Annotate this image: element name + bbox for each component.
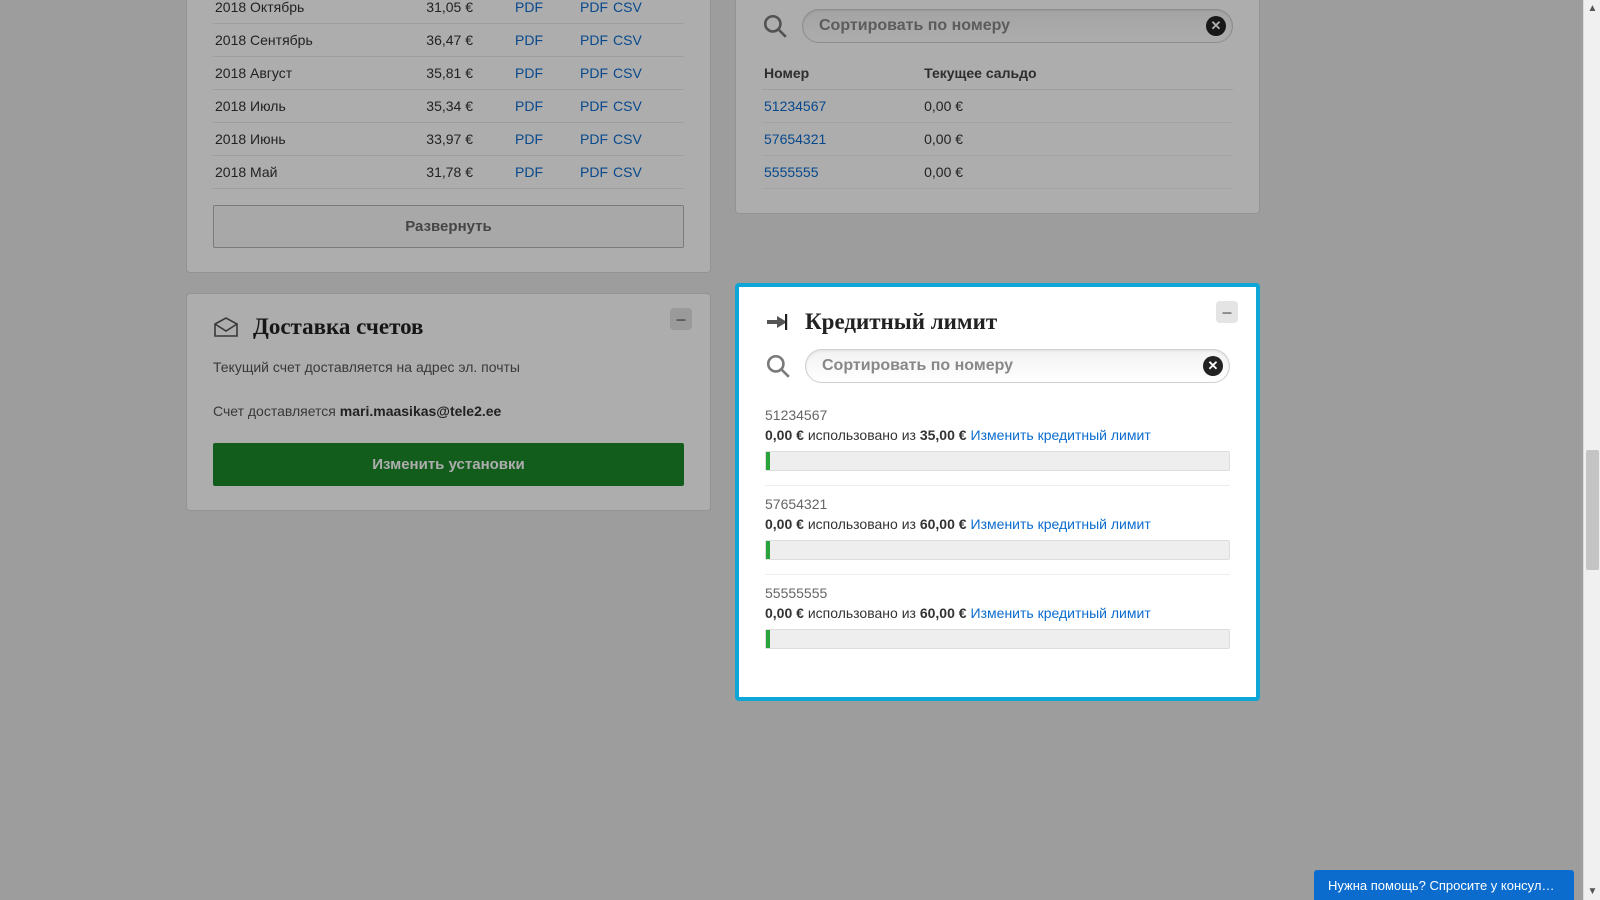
balance-number-link[interactable]: 5555555 xyxy=(764,164,819,180)
invoice-detail-csv-link[interactable]: CSV xyxy=(613,164,642,180)
invoice-period: 2018 Август xyxy=(213,57,418,90)
invoice-detail-pdf-link[interactable]: PDF xyxy=(580,164,608,180)
invoice-pdf-link[interactable]: PDF xyxy=(515,0,543,15)
balance-th-balance: Текущее сальдо xyxy=(922,57,1233,90)
table-row: 5555555 0,00 € xyxy=(762,156,1233,189)
invoice-amount: 31,78 € xyxy=(418,156,513,189)
balance-value: 0,00 € xyxy=(922,156,1233,189)
invoice-amount: 35,81 € xyxy=(418,57,513,90)
balance-number-link[interactable]: 51234567 xyxy=(764,98,826,114)
invoice-amount: 36,47 € xyxy=(418,24,513,57)
invoices-table: 2018 Октябрь31,05 €PDFPDFCSV2018 Сентябр… xyxy=(213,0,684,189)
invoice-pdf-link[interactable]: PDF xyxy=(515,65,543,81)
invoice-period: 2018 Июль xyxy=(213,90,418,123)
credit-number: 51234567 xyxy=(765,407,1230,423)
invoice-detail-csv-link[interactable]: CSV xyxy=(613,131,642,147)
invoice-period: 2018 Октябрь xyxy=(213,0,418,24)
table-row: 2018 Август35,81 €PDFPDFCSV xyxy=(213,57,684,90)
table-row: 2018 Май31,78 €PDFPDFCSV xyxy=(213,156,684,189)
credit-usage: 0,00 € использовано из 35,00 €Изменить к… xyxy=(765,427,1230,443)
invoice-period: 2018 Июнь xyxy=(213,123,418,156)
invoice-pdf-link[interactable]: PDF xyxy=(515,164,543,180)
invoice-pdf-link[interactable]: PDF xyxy=(515,98,543,114)
scroll-thumb[interactable] xyxy=(1586,450,1599,570)
balance-number-link[interactable]: 57654321 xyxy=(764,131,826,147)
chat-tab[interactable]: Нужна помощь? Спросите у консул… xyxy=(1314,870,1574,900)
table-row: 2018 Июль35,34 €PDFPDFCSV xyxy=(213,90,684,123)
invoice-detail-csv-link[interactable]: CSV xyxy=(613,65,642,81)
balance-card: ✕ Номер Текущее сальдо 512345670,00 €576… xyxy=(735,0,1260,214)
change-credit-link[interactable]: Изменить кредитный лимит xyxy=(971,605,1151,621)
balance-value: 0,00 € xyxy=(922,123,1233,156)
invoice-detail-csv-link[interactable]: CSV xyxy=(613,32,642,48)
credit-item: 57654321 0,00 € использовано из 60,00 €Из… xyxy=(765,486,1230,575)
invoice-amount: 33,97 € xyxy=(418,123,513,156)
invoice-detail-pdf-link[interactable]: PDF xyxy=(580,65,608,81)
search-icon xyxy=(762,13,788,39)
balance-table: Номер Текущее сальдо 512345670,00 €57654… xyxy=(762,57,1233,189)
mail-icon xyxy=(213,316,241,338)
minimize-icon[interactable]: – xyxy=(670,308,692,330)
invoice-pdf-link[interactable]: PDF xyxy=(515,131,543,147)
credit-search-input[interactable] xyxy=(822,357,1203,375)
credit-bar xyxy=(765,451,1230,471)
delivery-card: – Доставка счетов Текущий счет доставляе… xyxy=(186,293,711,511)
balance-search[interactable]: ✕ xyxy=(802,9,1233,43)
credit-search[interactable]: ✕ xyxy=(805,349,1230,383)
table-row: 57654321 0,00 € xyxy=(762,123,1233,156)
invoice-detail-csv-link[interactable]: CSV xyxy=(613,98,642,114)
invoice-pdf-link[interactable]: PDF xyxy=(515,32,543,48)
balance-search-input[interactable] xyxy=(819,17,1206,35)
change-credit-link[interactable]: Изменить кредитный лимит xyxy=(971,427,1151,443)
invoice-period: 2018 Май xyxy=(213,156,418,189)
delivery-line2: Счет доставляется mari.maasikas@tele2.ee xyxy=(213,400,684,422)
clear-icon[interactable]: ✕ xyxy=(1203,356,1223,376)
table-row: 2018 Июнь33,97 €PDFPDFCSV xyxy=(213,123,684,156)
credit-usage: 0,00 € использовано из 60,00 €Изменить к… xyxy=(765,605,1230,621)
scroll-down-icon[interactable]: ▼ xyxy=(1584,883,1600,900)
balance-th-number: Номер xyxy=(762,57,922,90)
credit-bar xyxy=(765,629,1230,649)
invoice-detail-csv-link[interactable]: CSV xyxy=(613,0,642,15)
credit-number: 55555555 xyxy=(765,585,1230,601)
invoice-amount: 35,34 € xyxy=(418,90,513,123)
invoice-detail-pdf-link[interactable]: PDF xyxy=(580,131,608,147)
minimize-icon[interactable]: – xyxy=(1216,301,1238,323)
credit-item: 51234567 0,00 € использовано из 35,00 €Из… xyxy=(765,397,1230,486)
credit-limit-card: – Кредитный лимит ✕ 512345670,00 € испол xyxy=(735,283,1260,701)
scroll-up-icon[interactable]: ▲ xyxy=(1584,0,1600,17)
balance-value: 0,00 € xyxy=(922,90,1233,123)
invoice-period: 2018 Сентябрь xyxy=(213,24,418,57)
expand-button[interactable]: Развернуть xyxy=(213,205,684,248)
table-row: 2018 Сентябрь36,47 €PDFPDFCSV xyxy=(213,24,684,57)
credit-number: 57654321 xyxy=(765,496,1230,512)
delivery-line1: Текущий счет доставляется на адрес эл. п… xyxy=(213,356,684,378)
credit-item: 55555555 0,00 € использовано из 60,00 €Из… xyxy=(765,575,1230,663)
change-settings-button[interactable]: Изменить установки xyxy=(213,443,684,486)
scrollbar[interactable]: ▲ ▼ xyxy=(1583,0,1600,900)
table-row: 2018 Октябрь31,05 €PDFPDFCSV xyxy=(213,0,684,24)
limit-icon xyxy=(765,312,793,332)
table-row: 51234567 0,00 € xyxy=(762,90,1233,123)
invoice-amount: 31,05 € xyxy=(418,0,513,24)
search-icon xyxy=(765,353,791,379)
invoice-detail-pdf-link[interactable]: PDF xyxy=(580,0,608,15)
credit-title: Кредитный лимит xyxy=(805,309,997,335)
clear-icon[interactable]: ✕ xyxy=(1206,16,1226,36)
change-credit-link[interactable]: Изменить кредитный лимит xyxy=(971,516,1151,532)
invoices-card: 2018 Октябрь31,05 €PDFPDFCSV2018 Сентябр… xyxy=(186,0,711,273)
credit-usage: 0,00 € использовано из 60,00 €Изменить к… xyxy=(765,516,1230,532)
invoice-detail-pdf-link[interactable]: PDF xyxy=(580,32,608,48)
credit-bar xyxy=(765,540,1230,560)
delivery-title: Доставка счетов xyxy=(253,314,423,340)
invoice-detail-pdf-link[interactable]: PDF xyxy=(580,98,608,114)
